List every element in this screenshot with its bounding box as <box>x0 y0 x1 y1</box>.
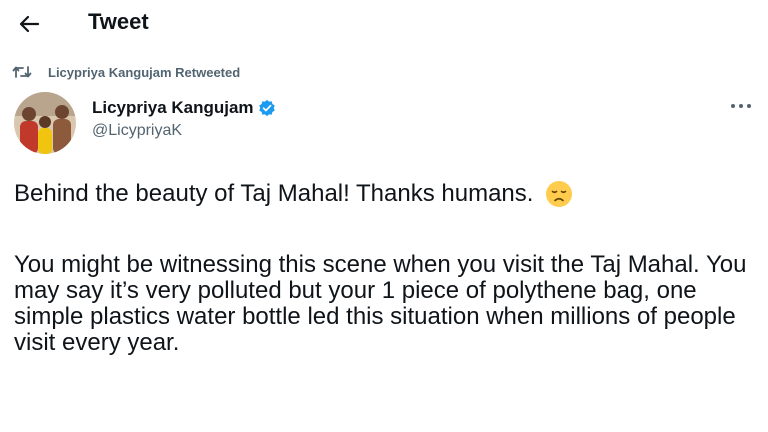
author-name[interactable]: Licypriya Kangujam <box>92 98 254 118</box>
page-title: Tweet <box>88 9 149 34</box>
disappointed-face-icon <box>546 181 573 207</box>
verified-badge-icon <box>258 99 275 117</box>
retweet-label[interactable]: Licypriya Kangujam Retweeted <box>48 65 240 80</box>
tweet-text-line-1: Behind the beauty of Taj Mahal! Thanks h… <box>14 180 754 208</box>
avatar[interactable] <box>14 92 76 154</box>
retweet-context: Licypriya Kangujam Retweeted <box>12 64 240 80</box>
author-name-row: Licypriya Kangujam <box>92 98 276 118</box>
retweet-icon <box>12 64 34 80</box>
tweet-text-paragraph-2: You might be witnessing this scene when … <box>14 251 754 356</box>
top-bar: Tweet <box>0 0 768 48</box>
more-options-button[interactable] <box>726 96 756 116</box>
tweet-headline: Behind the beauty of Taj Mahal! Thanks h… <box>14 180 534 207</box>
tweet-page: Tweet Licypriya Kangujam Retweeted Licyp… <box>0 0 768 432</box>
more-options-icon <box>731 104 751 108</box>
back-arrow-icon <box>19 15 40 33</box>
author-handle[interactable]: @LicypriyaK <box>92 122 182 140</box>
back-button[interactable] <box>14 10 44 38</box>
